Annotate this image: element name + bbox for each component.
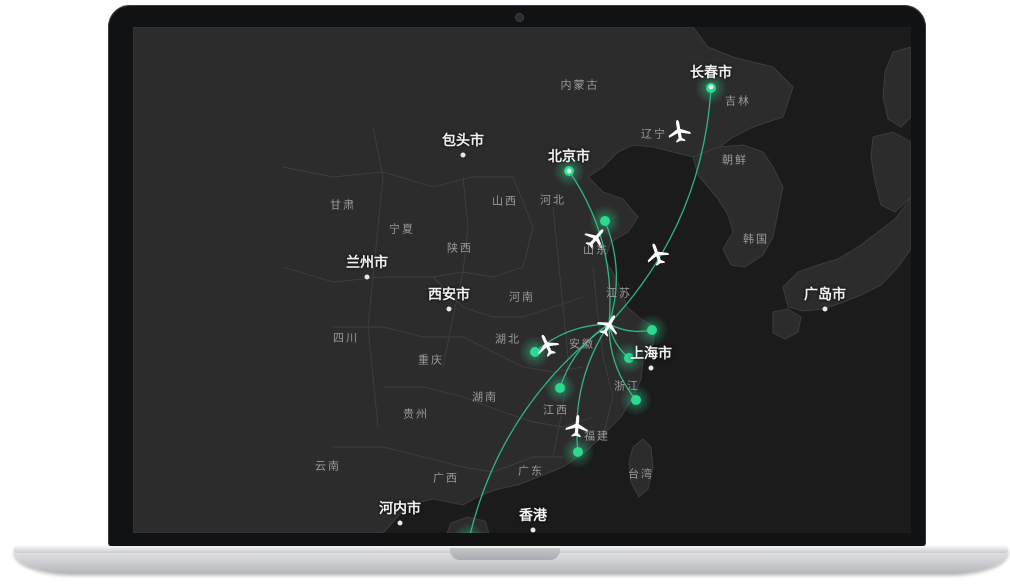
region-label: 陕西 xyxy=(447,241,473,255)
city-label: 西安市 xyxy=(428,287,470,303)
city-label: 兰州市 xyxy=(346,255,388,271)
region-label: 贵州 xyxy=(403,407,429,421)
city-label: 长春市 xyxy=(690,65,732,81)
region-label: 河南 xyxy=(509,290,535,304)
region-label: 江西 xyxy=(543,403,569,417)
city-label: 北京市 xyxy=(548,149,590,165)
map-labels: 长春市札幌市包头市北京市兰州市东京都西安市广岛市上海市河内市香港内蒙古吉林辽宁朝… xyxy=(133,27,911,533)
region-label: 江苏 xyxy=(606,286,632,300)
region-label: 四川 xyxy=(333,331,359,345)
region-label: 山东 xyxy=(583,243,609,257)
region-label: 韩国 xyxy=(743,232,769,246)
region-label: 安徽 xyxy=(569,337,595,351)
map-screen[interactable]: 长春市札幌市包头市北京市兰州市东京都西安市广岛市上海市河内市香港内蒙古吉林辽宁朝… xyxy=(133,27,911,533)
region-label: 福建 xyxy=(584,429,610,443)
region-label: 重庆 xyxy=(418,353,444,367)
region-label: 河北 xyxy=(540,193,566,207)
region-label: 宁夏 xyxy=(389,222,415,236)
region-label: 朝鲜 xyxy=(722,153,748,167)
region-label: 湖南 xyxy=(472,390,498,404)
city-label: 包头市 xyxy=(442,133,484,149)
region-label: 湖北 xyxy=(495,332,521,346)
region-label: 甘肃 xyxy=(330,198,356,212)
laptop-frame: 长春市札幌市包头市北京市兰州市东京都西安市广岛市上海市河内市香港内蒙古吉林辽宁朝… xyxy=(0,0,1010,584)
region-label: 云南 xyxy=(315,459,341,473)
region-label: 台湾 xyxy=(628,467,654,481)
region-label: 山西 xyxy=(492,194,518,208)
city-label: 香港 xyxy=(519,508,547,524)
region-label: 辽宁 xyxy=(641,127,667,141)
region-label: 内蒙古 xyxy=(560,78,600,92)
city-label: 河内市 xyxy=(379,501,421,517)
city-label: 广岛市 xyxy=(804,287,846,303)
region-label: 广西 xyxy=(433,471,459,485)
city-label: 上海市 xyxy=(630,346,672,362)
laptop-notch xyxy=(450,548,560,560)
camera-icon xyxy=(515,13,524,22)
region-label: 浙江 xyxy=(614,379,640,393)
region-label: 吉林 xyxy=(725,94,751,108)
region-label: 广东 xyxy=(518,464,544,478)
